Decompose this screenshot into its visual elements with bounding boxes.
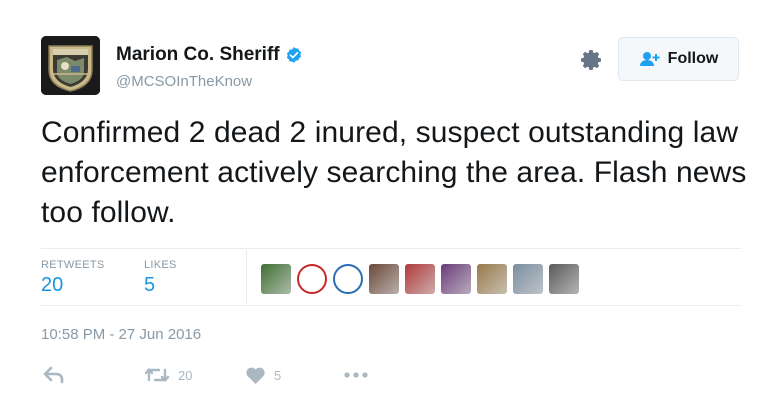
retweets-count[interactable]: 20 [41, 274, 63, 297]
liker-avatar-person-red[interactable] [405, 264, 435, 294]
verified-badge-icon [286, 47, 301, 63]
stats-separator [246, 250, 247, 304]
liker-avatar-sky[interactable] [513, 264, 543, 294]
user-avatar[interactable] [41, 36, 100, 95]
liker-avatar-group[interactable] [261, 264, 291, 294]
stats-bottom-divider [41, 305, 741, 306]
liker-avatar-person[interactable] [369, 264, 399, 294]
liker-avatar-uas-drone[interactable] [333, 264, 363, 294]
like-action-count: 5 [274, 368, 282, 383]
user-display-name[interactable]: Marion Co. Sheriff [116, 44, 280, 66]
user-name-row: Marion Co. Sheriff [116, 44, 303, 66]
tweet-timestamp[interactable]: 10:58 PM - 27 Jun 2016 [41, 326, 201, 343]
sheriff-badge-icon [41, 36, 100, 95]
heart-icon [246, 367, 265, 384]
more-button[interactable] [343, 368, 369, 382]
likes-label[interactable]: LIKES [144, 259, 177, 271]
retweets-label[interactable]: RETWEETS [41, 259, 105, 271]
like-button[interactable]: 5 [245, 366, 281, 385]
retweet-button[interactable]: 20 [144, 366, 192, 384]
liker-avatar-bw[interactable] [549, 264, 579, 294]
liker-avatar-purple[interactable] [441, 264, 471, 294]
user-handle[interactable]: @MCSOInTheKnow [116, 73, 252, 90]
retweet-action-count: 20 [178, 367, 193, 383]
follow-button[interactable]: Follow [618, 37, 739, 81]
reply-icon [43, 366, 64, 384]
stats-top-divider [41, 248, 741, 249]
add-user-icon [639, 52, 660, 66]
liker-avatars [261, 264, 579, 294]
more-dots-icon [344, 372, 368, 378]
tweet-text: Confirmed 2 dead 2 inured, suspect outst… [41, 116, 747, 229]
gear-icon[interactable] [579, 48, 603, 72]
liker-avatar-red-logo[interactable] [297, 264, 327, 294]
liker-avatar-landscape[interactable] [477, 264, 507, 294]
likes-count[interactable]: 5 [144, 274, 155, 297]
retweet-icon [144, 368, 170, 382]
follow-button-label: Follow [667, 50, 719, 67]
reply-button[interactable] [43, 366, 65, 384]
